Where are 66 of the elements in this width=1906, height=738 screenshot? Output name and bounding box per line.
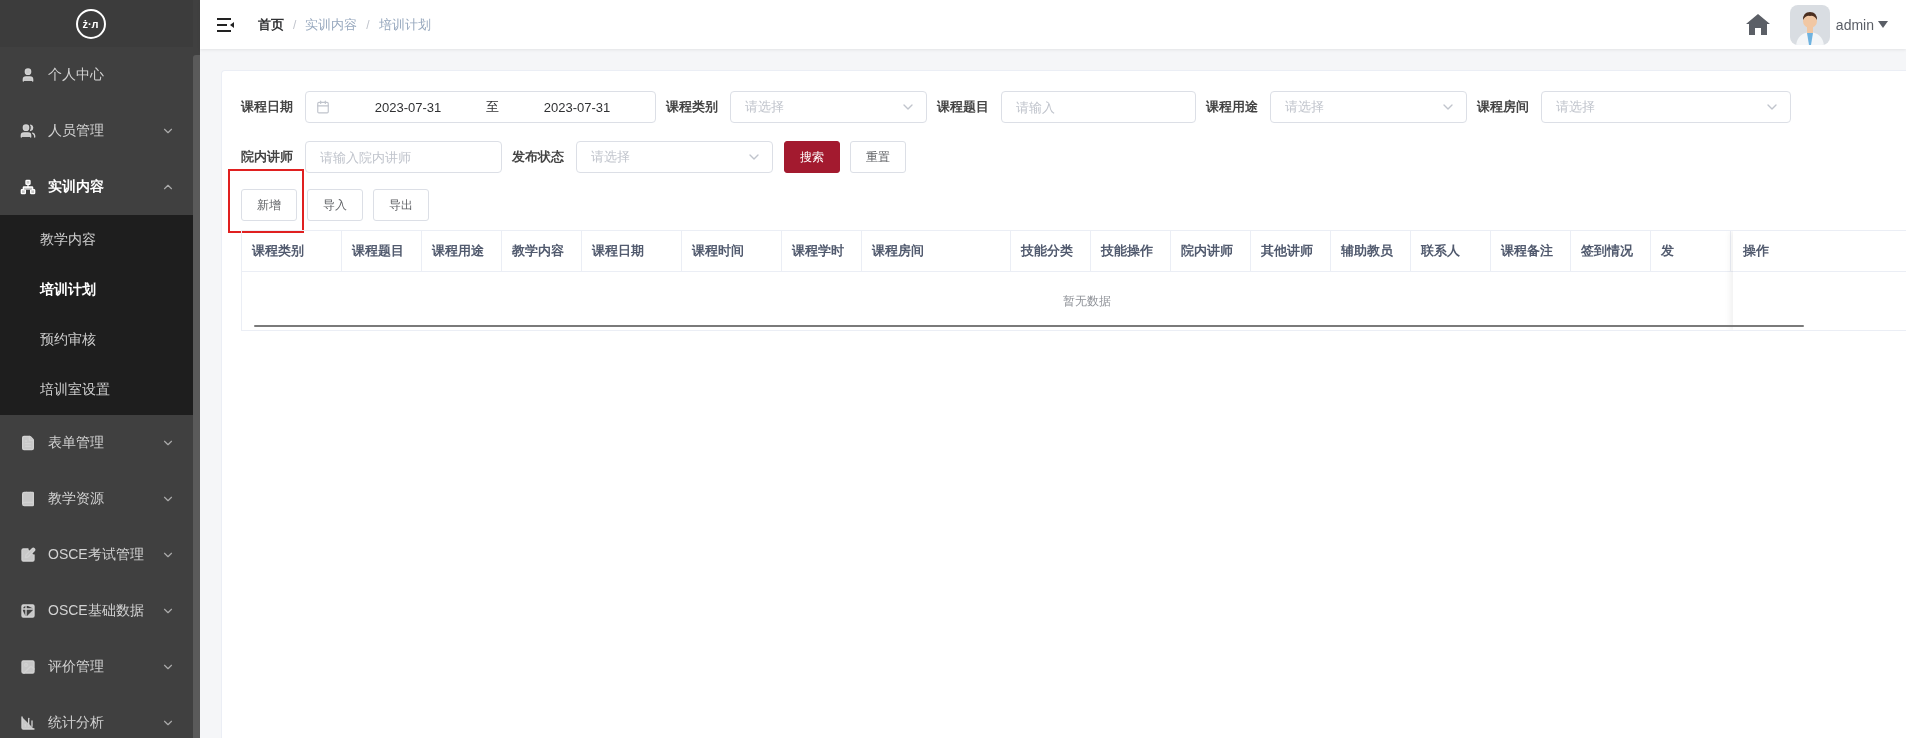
column-header: 课程日期 [582, 231, 682, 271]
column-header: 院内讲师 [1171, 231, 1251, 271]
column-header: 课程学时 [782, 231, 862, 271]
avatar[interactable] [1789, 4, 1830, 45]
calendar-icon [316, 100, 330, 114]
column-header: 教学内容 [502, 231, 582, 271]
empty-text: 暂无数据 [1063, 293, 1111, 310]
filter-label: 课程用途 [1206, 98, 1258, 116]
menu-item[interactable]: 实训内容 [0, 159, 193, 215]
user-name[interactable]: admin [1835, 16, 1874, 33]
submenu-item[interactable]: 培训室设置 [0, 365, 193, 415]
date-range-field[interactable]: 2023-07-31 至 2023-07-31 [305, 91, 656, 123]
menu-item[interactable]: 教学资源 [0, 471, 193, 527]
filter-label: 课程题目 [937, 98, 989, 116]
column-header: 课程时间 [682, 231, 782, 271]
column-header: 发 [1651, 231, 1731, 271]
column-header: 课程房间 [862, 231, 1011, 271]
input-field[interactable]: 请输入 [1001, 91, 1196, 123]
submenu-item[interactable]: 培训计划 [0, 265, 193, 315]
column-header: 课程题目 [342, 231, 422, 271]
submenu-item[interactable]: 教学内容 [0, 215, 193, 265]
tree-icon [20, 179, 36, 195]
menu-item[interactable]: 评价管理 [0, 639, 193, 695]
column-header: 辅助教员 [1331, 231, 1411, 271]
menu-item[interactable]: 个人中心 [0, 47, 193, 103]
scrollbar[interactable] [193, 55, 200, 738]
column-header: 操作 [1733, 231, 1906, 272]
filter-label: 院内讲师 [241, 148, 293, 166]
users-icon [20, 123, 36, 139]
breadcrumb-separator: / [293, 17, 297, 32]
column-header: 其他讲师 [1251, 231, 1331, 271]
filter-label: 课程类别 [666, 98, 718, 116]
column-header: 课程用途 [422, 231, 502, 271]
input-field[interactable]: 请输入院内讲师 [305, 141, 502, 173]
search-button[interactable]: 搜索 [784, 141, 840, 173]
reset-button[interactable]: 重置 [850, 141, 906, 173]
menu-item[interactable]: 表单管理 [0, 415, 193, 471]
column-header: 签到情况 [1571, 231, 1651, 271]
menu-item[interactable]: 人员管理 [0, 103, 193, 159]
column-header: 课程备注 [1491, 231, 1571, 271]
home-icon[interactable] [1745, 14, 1770, 35]
breadcrumb-item: 培训计划 [378, 15, 431, 34]
document-icon [20, 435, 36, 451]
edit-icon [20, 547, 36, 563]
column-header: 联系人 [1411, 231, 1491, 271]
filter-label: 发布状态 [512, 148, 564, 166]
toolbar-button[interactable]: 导入 [307, 189, 363, 221]
menu-icon[interactable] [217, 17, 234, 32]
column-header: 技能分类 [1011, 231, 1091, 271]
logo: ż·л [75, 8, 106, 39]
filter-label: 课程房间 [1477, 98, 1529, 116]
breadcrumb-separator: / [366, 17, 370, 32]
filter-label: 课程日期 [241, 98, 293, 116]
column-header: 技能操作 [1091, 231, 1171, 271]
toolbar-button[interactable]: 导出 [373, 189, 429, 221]
caret-down-icon[interactable] [1878, 21, 1888, 28]
table-icon [20, 603, 36, 619]
user-icon [20, 67, 36, 83]
toolbar-button[interactable]: 新增 [241, 189, 297, 221]
breadcrumb-item[interactable]: 首页 [258, 15, 284, 34]
menu-item[interactable]: OSCE基础数据 [0, 583, 193, 639]
menu-item[interactable]: 统计分析 [0, 695, 193, 738]
menu-item[interactable]: OSCE考试管理 [0, 527, 193, 583]
submenu-item[interactable]: 预约审核 [0, 315, 193, 365]
scrollbar[interactable] [254, 325, 1804, 327]
column-header: 课程类别 [242, 231, 342, 271]
